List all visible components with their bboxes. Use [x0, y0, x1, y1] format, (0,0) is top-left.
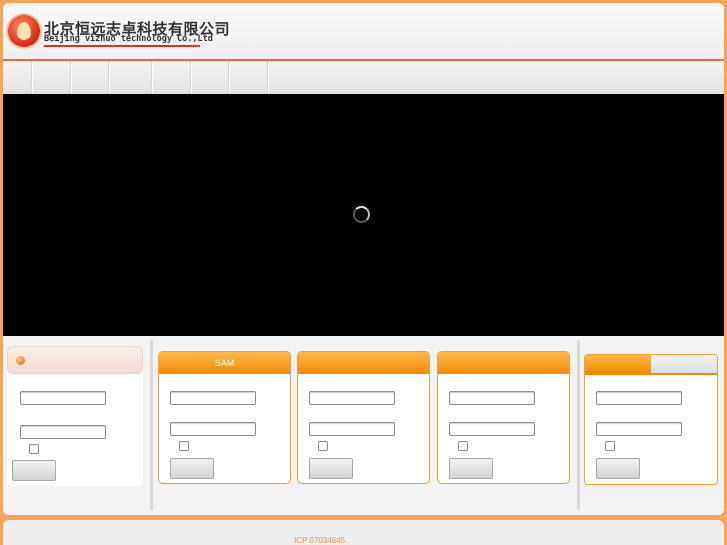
right-tabbed-box: [584, 354, 718, 485]
nav-item-6[interactable]: [192, 61, 230, 94]
nav-item-5[interactable]: [153, 61, 192, 94]
login-box-2-header: [298, 352, 429, 374]
bullet-dot-icon: [16, 356, 25, 365]
remember-checkbox[interactable]: [29, 444, 39, 454]
company-name-en: Beijing vizhuo technology Co.,Ltd: [44, 34, 213, 44]
left-panel-header: [7, 346, 143, 374]
nav-item-3[interactable]: [72, 61, 110, 94]
sam-username-input[interactable]: [170, 391, 256, 405]
left-login-panel: [7, 346, 143, 486]
icp-number: ICP 07034645: [294, 536, 346, 545]
sam-password-input[interactable]: [170, 422, 256, 436]
box2-password-input[interactable]: [309, 422, 395, 436]
login-box-2: [297, 351, 430, 484]
flame-icon: [17, 22, 31, 40]
header: 北京恒远志卓科技有限公司 Beijing vizhuo technology C…: [3, 3, 724, 61]
main-nav: [3, 61, 724, 94]
sam-login-button[interactable]: [170, 458, 214, 479]
box3-password-input[interactable]: [449, 422, 535, 436]
box2-username-input[interactable]: [309, 391, 395, 405]
sam-box-title: SAM: [159, 352, 290, 374]
sam-login-box: SAM: [158, 351, 291, 484]
box3-login-button[interactable]: [449, 458, 493, 479]
right-password-input[interactable]: [596, 422, 682, 436]
nav-item-4[interactable]: [110, 61, 153, 94]
tab-active[interactable]: [585, 355, 651, 373]
panel-divider-right: [577, 340, 580, 510]
username-input[interactable]: [20, 391, 106, 405]
right-username-input[interactable]: [596, 391, 682, 405]
box3-remember-checkbox[interactable]: [458, 441, 468, 451]
loading-spinner-icon: [353, 206, 370, 223]
panel-divider: [150, 340, 153, 510]
login-box-3: [437, 351, 570, 484]
footer: ICP 07034645: [3, 520, 724, 545]
nav-item-7[interactable]: [230, 61, 269, 94]
box3-username-input[interactable]: [449, 391, 535, 405]
sam-remember-checkbox[interactable]: [179, 441, 189, 451]
logo-underline: [44, 45, 200, 47]
password-input[interactable]: [20, 425, 106, 439]
page-frame: 北京恒远志卓科技有限公司 Beijing vizhuo technology C…: [3, 3, 724, 515]
tab-underline: [585, 373, 717, 375]
box2-login-button[interactable]: [309, 458, 353, 479]
nav-item-2[interactable]: [33, 61, 72, 94]
login-panel-area: SAM: [3, 336, 724, 515]
login-box-3-header: [438, 352, 569, 374]
right-remember-checkbox[interactable]: [605, 441, 615, 451]
right-login-button[interactable]: [596, 458, 640, 479]
nav-item-1[interactable]: [3, 61, 33, 94]
login-button[interactable]: [12, 460, 56, 481]
tab-inactive[interactable]: [651, 355, 717, 373]
box2-remember-checkbox[interactable]: [318, 441, 328, 451]
video-player[interactable]: [3, 94, 724, 336]
